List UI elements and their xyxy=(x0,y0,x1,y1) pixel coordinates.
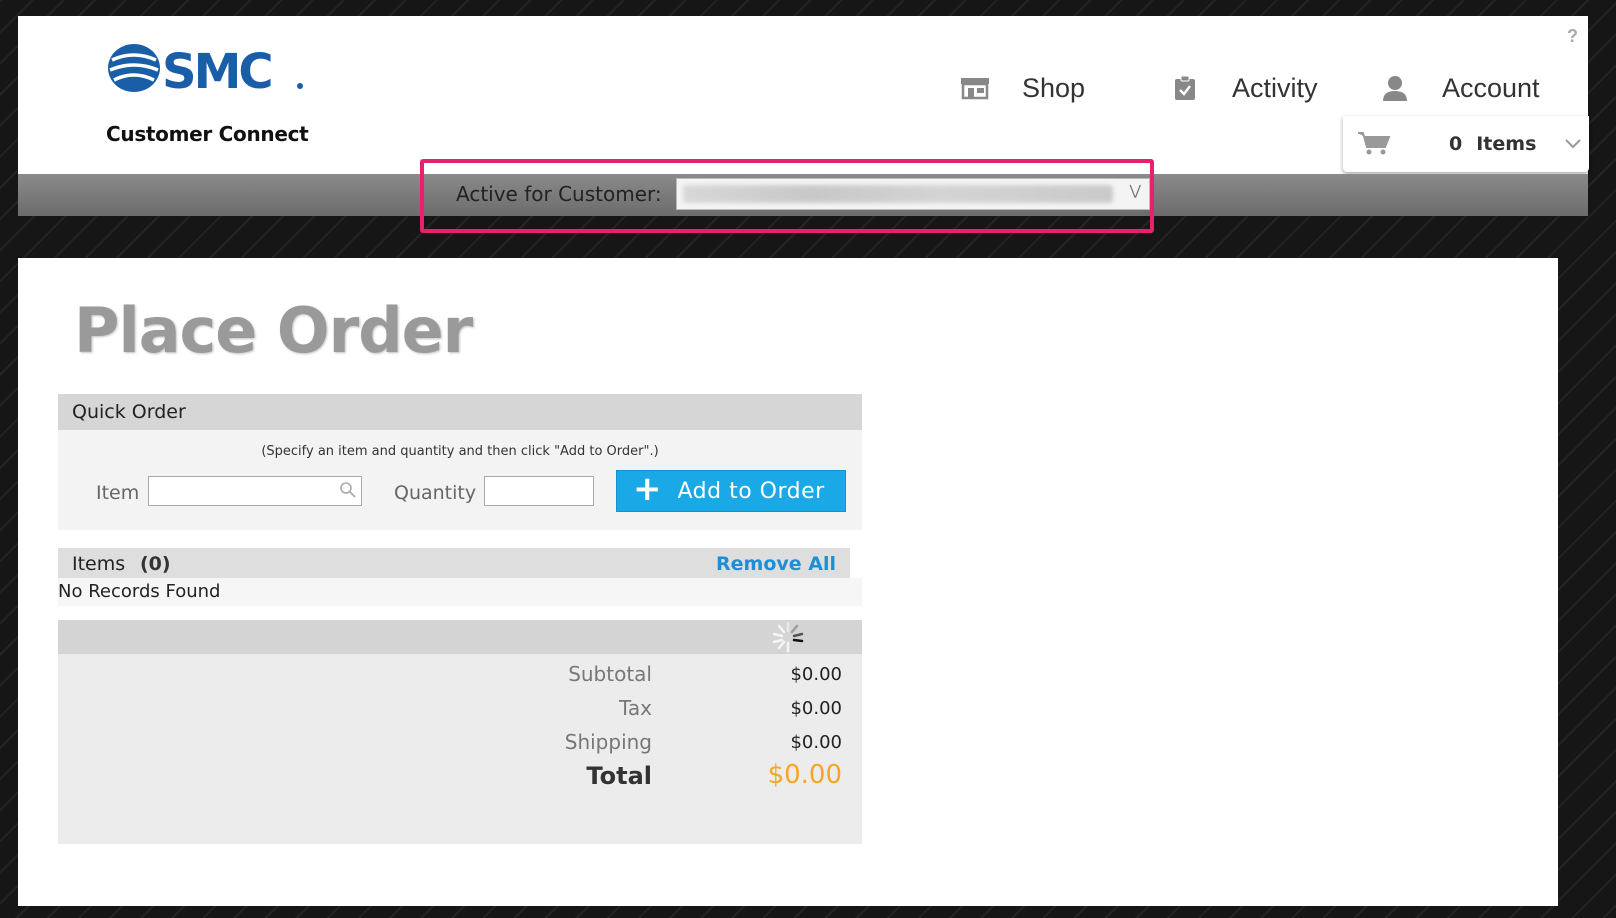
totals-header xyxy=(58,620,862,654)
quantity-input[interactable] xyxy=(484,476,594,506)
add-to-order-label: Add to Order xyxy=(677,478,825,504)
tax-value: $0.00 xyxy=(790,698,842,719)
shipping-value: $0.00 xyxy=(790,732,842,753)
totals-panel: Subtotal $0.00 Tax $0.00 Shipping $0.00 … xyxy=(58,654,862,844)
quick-order-header: Quick Order xyxy=(58,394,862,430)
search-icon[interactable] xyxy=(339,481,357,503)
cart-count: 0 xyxy=(1449,133,1463,155)
cart-items-label: Items xyxy=(1476,133,1537,155)
item-search-input[interactable] xyxy=(148,476,362,506)
page-title: Place Order xyxy=(74,294,473,367)
empty-message: No Records Found xyxy=(58,581,221,602)
logo-subtitle: Customer Connect xyxy=(106,122,309,146)
nav-activity[interactable]: Activity xyxy=(1168,68,1318,108)
tax-label: Tax xyxy=(619,696,652,720)
cart-icon xyxy=(1357,130,1393,158)
plus-icon: + xyxy=(633,469,662,509)
smc-logo[interactable]: SMC Customer Connect xyxy=(106,40,309,146)
subtotal-label: Subtotal xyxy=(568,662,652,686)
items-title: Items xyxy=(72,553,126,575)
cart-dropdown[interactable]: 0 Items xyxy=(1343,116,1589,172)
total-value: $0.00 xyxy=(767,760,842,790)
annotation-highlight-box xyxy=(420,159,1154,233)
add-to-order-button[interactable]: + Add to Order xyxy=(616,470,846,512)
quick-order-panel: (Specify an item and quantity and then c… xyxy=(58,430,862,530)
site-header: SMC Customer Connect ? Shop Activity Acc… xyxy=(18,16,1589,174)
help-button[interactable]: ? xyxy=(1567,26,1578,47)
items-header: Items (0) Remove All xyxy=(58,548,850,578)
items-count: (0) xyxy=(140,553,171,575)
clipboard-icon xyxy=(1168,73,1202,103)
item-label: Item xyxy=(96,482,140,504)
smc-logo-mark: SMC xyxy=(108,44,303,100)
nav-account-label: Account xyxy=(1442,72,1540,103)
chevron-down-icon xyxy=(1564,135,1582,154)
shipping-label: Shipping xyxy=(564,730,652,754)
nav-account[interactable]: Account xyxy=(1378,68,1540,108)
remove-all-link[interactable]: Remove All xyxy=(716,553,836,575)
svg-text:SMC: SMC xyxy=(162,44,271,100)
user-icon xyxy=(1378,73,1412,103)
nav-shop[interactable]: Shop xyxy=(958,68,1085,108)
quantity-label: Quantity xyxy=(394,482,477,504)
nav-shop-label: Shop xyxy=(1022,72,1086,103)
quick-order-title: Quick Order xyxy=(72,401,186,423)
subtotal-value: $0.00 xyxy=(790,664,842,685)
store-icon xyxy=(958,73,992,103)
main-content: Place Order Quick Order (Specify an item… xyxy=(18,258,1558,906)
total-label: Total xyxy=(586,762,652,790)
quick-order-hint: (Specify an item and quantity and then c… xyxy=(261,444,659,459)
loading-spinner-icon xyxy=(764,620,812,658)
nav-activity-label: Activity xyxy=(1232,72,1318,103)
items-list: No Records Found xyxy=(58,578,862,606)
